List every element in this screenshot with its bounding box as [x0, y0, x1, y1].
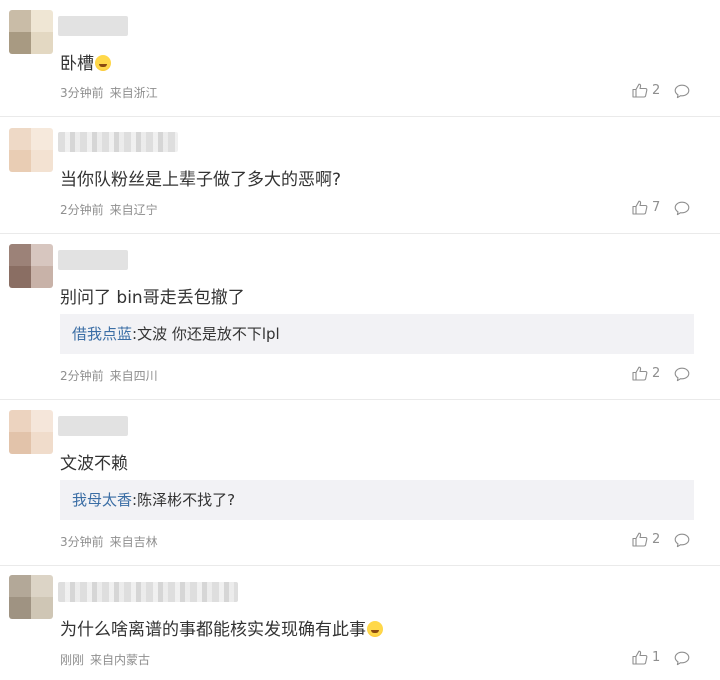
username-redacted[interactable]: [58, 16, 128, 36]
comment-location: 来自浙江: [109, 86, 158, 100]
comment-text: 当你队粉丝是上辈子做了多大的恶啊?: [60, 170, 342, 190]
like-count: 2: [652, 532, 661, 547]
avatar[interactable]: [9, 410, 53, 454]
like-count: 2: [652, 366, 661, 381]
comment-time: 2分钟前: [60, 203, 104, 217]
avatar-block: [31, 128, 53, 150]
reply-button[interactable]: [674, 651, 690, 666]
comment-item: 为什么啥离谱的事都能核实发现确有此事 刚刚 来自内蒙古 1: [0, 565, 720, 680]
comment-time: 2分钟前: [60, 369, 104, 383]
avatar-block: [31, 410, 53, 432]
avatar-block: [31, 244, 53, 266]
comment-meta: 2分钟前 来自四川: [60, 367, 158, 384]
avatar-block: [9, 244, 31, 266]
thumbs-up-icon: [632, 650, 648, 665]
comment-time: 刚刚: [60, 653, 85, 667]
reply-button[interactable]: [674, 533, 690, 548]
comment-text: 为什么啥离谱的事都能核实发现确有此事: [60, 615, 383, 640]
username-redacted[interactable]: [58, 416, 128, 436]
reply-username[interactable]: 我母太香: [72, 491, 132, 509]
thumbs-up-icon: [632, 366, 648, 381]
avatar-block: [9, 575, 31, 597]
comment-location: 来自辽宁: [109, 203, 158, 217]
speech-bubble-icon: [674, 651, 690, 666]
avatar[interactable]: [9, 10, 53, 54]
avatar[interactable]: [9, 244, 53, 288]
avatar-block: [31, 32, 53, 54]
like-button[interactable]: 2: [632, 83, 660, 98]
like-count: 7: [652, 200, 661, 215]
comment-meta: 2分钟前 来自辽宁: [60, 201, 158, 218]
like-button[interactable]: 1: [632, 650, 660, 665]
laugh-emoji-icon: [95, 55, 111, 71]
avatar-block: [9, 32, 31, 54]
avatar-block: [9, 150, 31, 172]
reply-text: :文波 你还是放不下lpl: [132, 325, 280, 343]
reply-button[interactable]: [674, 367, 690, 382]
comment-location: 来自吉林: [109, 535, 158, 549]
reply-button[interactable]: [674, 84, 690, 99]
comment-time: 3分钟前: [60, 535, 104, 549]
avatar-block: [9, 10, 31, 32]
comment-item: 文波不赖 我母太香:陈泽彬不找了? 3分钟前 来自吉林 2: [0, 399, 720, 566]
username-redacted[interactable]: [58, 582, 238, 602]
comment-text: 卧槽: [60, 49, 111, 74]
avatar-block: [9, 432, 31, 454]
thumbs-up-icon: [632, 532, 648, 547]
comment-time: 3分钟前: [60, 86, 104, 100]
avatar-block: [9, 266, 31, 288]
like-button[interactable]: 2: [632, 532, 660, 547]
avatar-block: [31, 575, 53, 597]
avatar-block: [31, 432, 53, 454]
thumbs-up-icon: [632, 200, 648, 215]
like-count: 1: [652, 650, 661, 665]
avatar-block: [31, 150, 53, 172]
like-count: 2: [652, 83, 661, 98]
speech-bubble-icon: [674, 84, 690, 99]
surprised-emoji-icon: [367, 621, 383, 637]
quoted-reply: 我母太香:陈泽彬不找了?: [60, 480, 694, 520]
speech-bubble-icon: [674, 201, 690, 216]
reply-username[interactable]: 借我点蓝: [72, 325, 132, 343]
avatar-block: [31, 266, 53, 288]
like-button[interactable]: 7: [632, 200, 660, 215]
comment-item: 当你队粉丝是上辈子做了多大的恶啊? 2分钟前 来自辽宁 7: [0, 116, 720, 234]
comment-meta: 3分钟前 来自浙江: [60, 84, 158, 101]
avatar-block: [9, 128, 31, 150]
speech-bubble-icon: [674, 533, 690, 548]
comment-text: 别问了 bin哥走丢包撤了: [60, 288, 245, 308]
comment-item: 别问了 bin哥走丢包撤了 借我点蓝:文波 你还是放不下lpl 2分钟前 来自四川…: [0, 233, 720, 400]
like-button[interactable]: 2: [632, 366, 660, 381]
avatar-block: [31, 10, 53, 32]
comment-location: 来自内蒙古: [90, 653, 151, 667]
reply-text: :陈泽彬不找了?: [132, 491, 236, 509]
comment-location: 来自四川: [109, 369, 158, 383]
comment-meta: 刚刚 来自内蒙古: [60, 651, 150, 668]
avatar[interactable]: [9, 575, 53, 619]
thumbs-up-icon: [632, 83, 648, 98]
speech-bubble-icon: [674, 367, 690, 382]
reply-button[interactable]: [674, 201, 690, 216]
quoted-reply: 借我点蓝:文波 你还是放不下lpl: [60, 314, 694, 354]
comment-text: 文波不赖: [60, 454, 128, 474]
avatar-block: [31, 597, 53, 619]
avatar-block: [9, 597, 31, 619]
avatar-block: [9, 410, 31, 432]
comment-meta: 3分钟前 来自吉林: [60, 533, 158, 550]
avatar[interactable]: [9, 128, 53, 172]
username-redacted[interactable]: [58, 132, 178, 152]
comment-item: 卧槽 3分钟前 来自浙江 2: [0, 0, 720, 117]
username-redacted[interactable]: [58, 250, 128, 270]
